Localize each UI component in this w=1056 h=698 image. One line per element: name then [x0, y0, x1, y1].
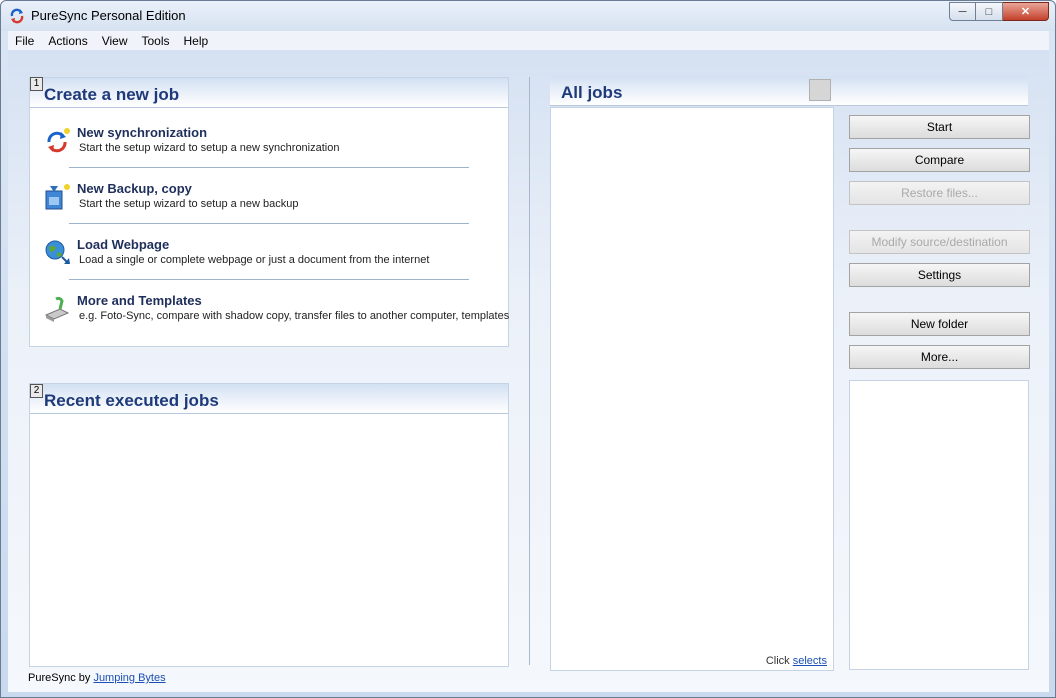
more-templates-desc: e.g. Foto-Sync, compare with shadow copy… [79, 310, 509, 322]
load-webpage-title: Load Webpage [77, 237, 170, 252]
menu-file[interactable]: File [8, 34, 41, 48]
minimize-icon: ─ [958, 5, 967, 18]
recent-jobs-header: Recent executed jobs [30, 384, 508, 414]
more-templates-title: More and Templates [77, 293, 202, 308]
separator [69, 167, 469, 168]
create-job-badge: 1 [30, 77, 43, 91]
separator [69, 223, 469, 224]
close-icon: ✕ [1020, 6, 1031, 18]
new-backup-entry[interactable]: New Backup, copy Start the setup wizard … [44, 181, 514, 221]
separator [69, 279, 469, 280]
all-jobs-title: All jobs [561, 83, 623, 102]
maximize-button[interactable]: □ [976, 2, 1003, 21]
new-sync-entry[interactable]: New synchronization Start the setup wiza… [44, 125, 514, 165]
recent-jobs-badge: 2 [30, 384, 43, 398]
create-job-panel: Create a new job New synchronization Sta… [29, 77, 509, 347]
minimize-button[interactable]: ─ [949, 2, 976, 21]
title-bar[interactable]: PureSync Personal Edition ─ □ ✕ [1, 1, 1055, 31]
compare-button[interactable]: Compare [849, 148, 1030, 172]
selects-link[interactable]: selects [793, 655, 827, 667]
recent-jobs-panel: Recent executed jobs [29, 383, 509, 667]
footer-prefix: PureSync by [28, 672, 91, 684]
start-button[interactable]: Start [849, 115, 1030, 139]
footer: PureSync by Jumping Bytes [28, 672, 166, 684]
window-title: PureSync Personal Edition [31, 8, 186, 23]
all-jobs-list[interactable]: Click selects [550, 107, 834, 671]
templates-icon [44, 296, 70, 322]
menu-bar: File Actions View Tools Help [8, 31, 1049, 50]
app-sync-icon [10, 8, 24, 24]
new-sync-title: New synchronization [77, 125, 208, 140]
maximize-icon: □ [985, 5, 993, 18]
create-job-title: Create a new job [44, 85, 180, 104]
menu-tools[interactable]: Tools [135, 34, 177, 48]
click-hint: Click selects [766, 655, 827, 667]
new-folder-button[interactable]: New folder [849, 312, 1030, 336]
jumping-bytes-link[interactable]: Jumping Bytes [93, 672, 165, 684]
menu-help[interactable]: Help [177, 34, 216, 48]
new-sync-desc: Start the setup wizard to setup a new sy… [79, 142, 340, 154]
settings-button[interactable]: Settings [849, 263, 1030, 287]
close-button[interactable]: ✕ [1003, 2, 1049, 21]
recent-jobs-title: Recent executed jobs [44, 391, 219, 410]
globe-icon [45, 240, 70, 264]
sync-icon [47, 128, 70, 153]
all-jobs-header-panel: All jobs [550, 76, 1028, 106]
client-area: Create a new job New synchronization Sta… [8, 50, 1049, 692]
all-jobs-toggle[interactable] [809, 79, 831, 101]
load-webpage-desc: Load a single or complete webpage or jus… [79, 254, 430, 266]
details-panel [849, 380, 1029, 670]
modify-source-destination-button[interactable]: Modify source/destination [849, 230, 1030, 254]
new-backup-title: New Backup, copy [77, 181, 192, 196]
create-job-header: Create a new job [30, 78, 508, 108]
app-window: PureSync Personal Edition ─ □ ✕ File Act… [0, 0, 1056, 698]
restore-files-button[interactable]: Restore files... [849, 181, 1030, 205]
menu-view[interactable]: View [95, 34, 135, 48]
new-backup-desc: Start the setup wizard to setup a new ba… [79, 198, 299, 210]
vertical-divider [529, 77, 530, 665]
backup-icon [45, 184, 70, 210]
all-jobs-header: All jobs [550, 76, 1028, 106]
click-hint-prefix: Click [765, 655, 790, 667]
load-webpage-entry[interactable]: Load Webpage Load a single or complete w… [44, 237, 514, 277]
menu-actions[interactable]: Actions [41, 34, 94, 48]
more-button[interactable]: More... [849, 345, 1030, 369]
more-templates-entry[interactable]: More and Templates e.g. Foto-Sync, compa… [44, 293, 514, 333]
